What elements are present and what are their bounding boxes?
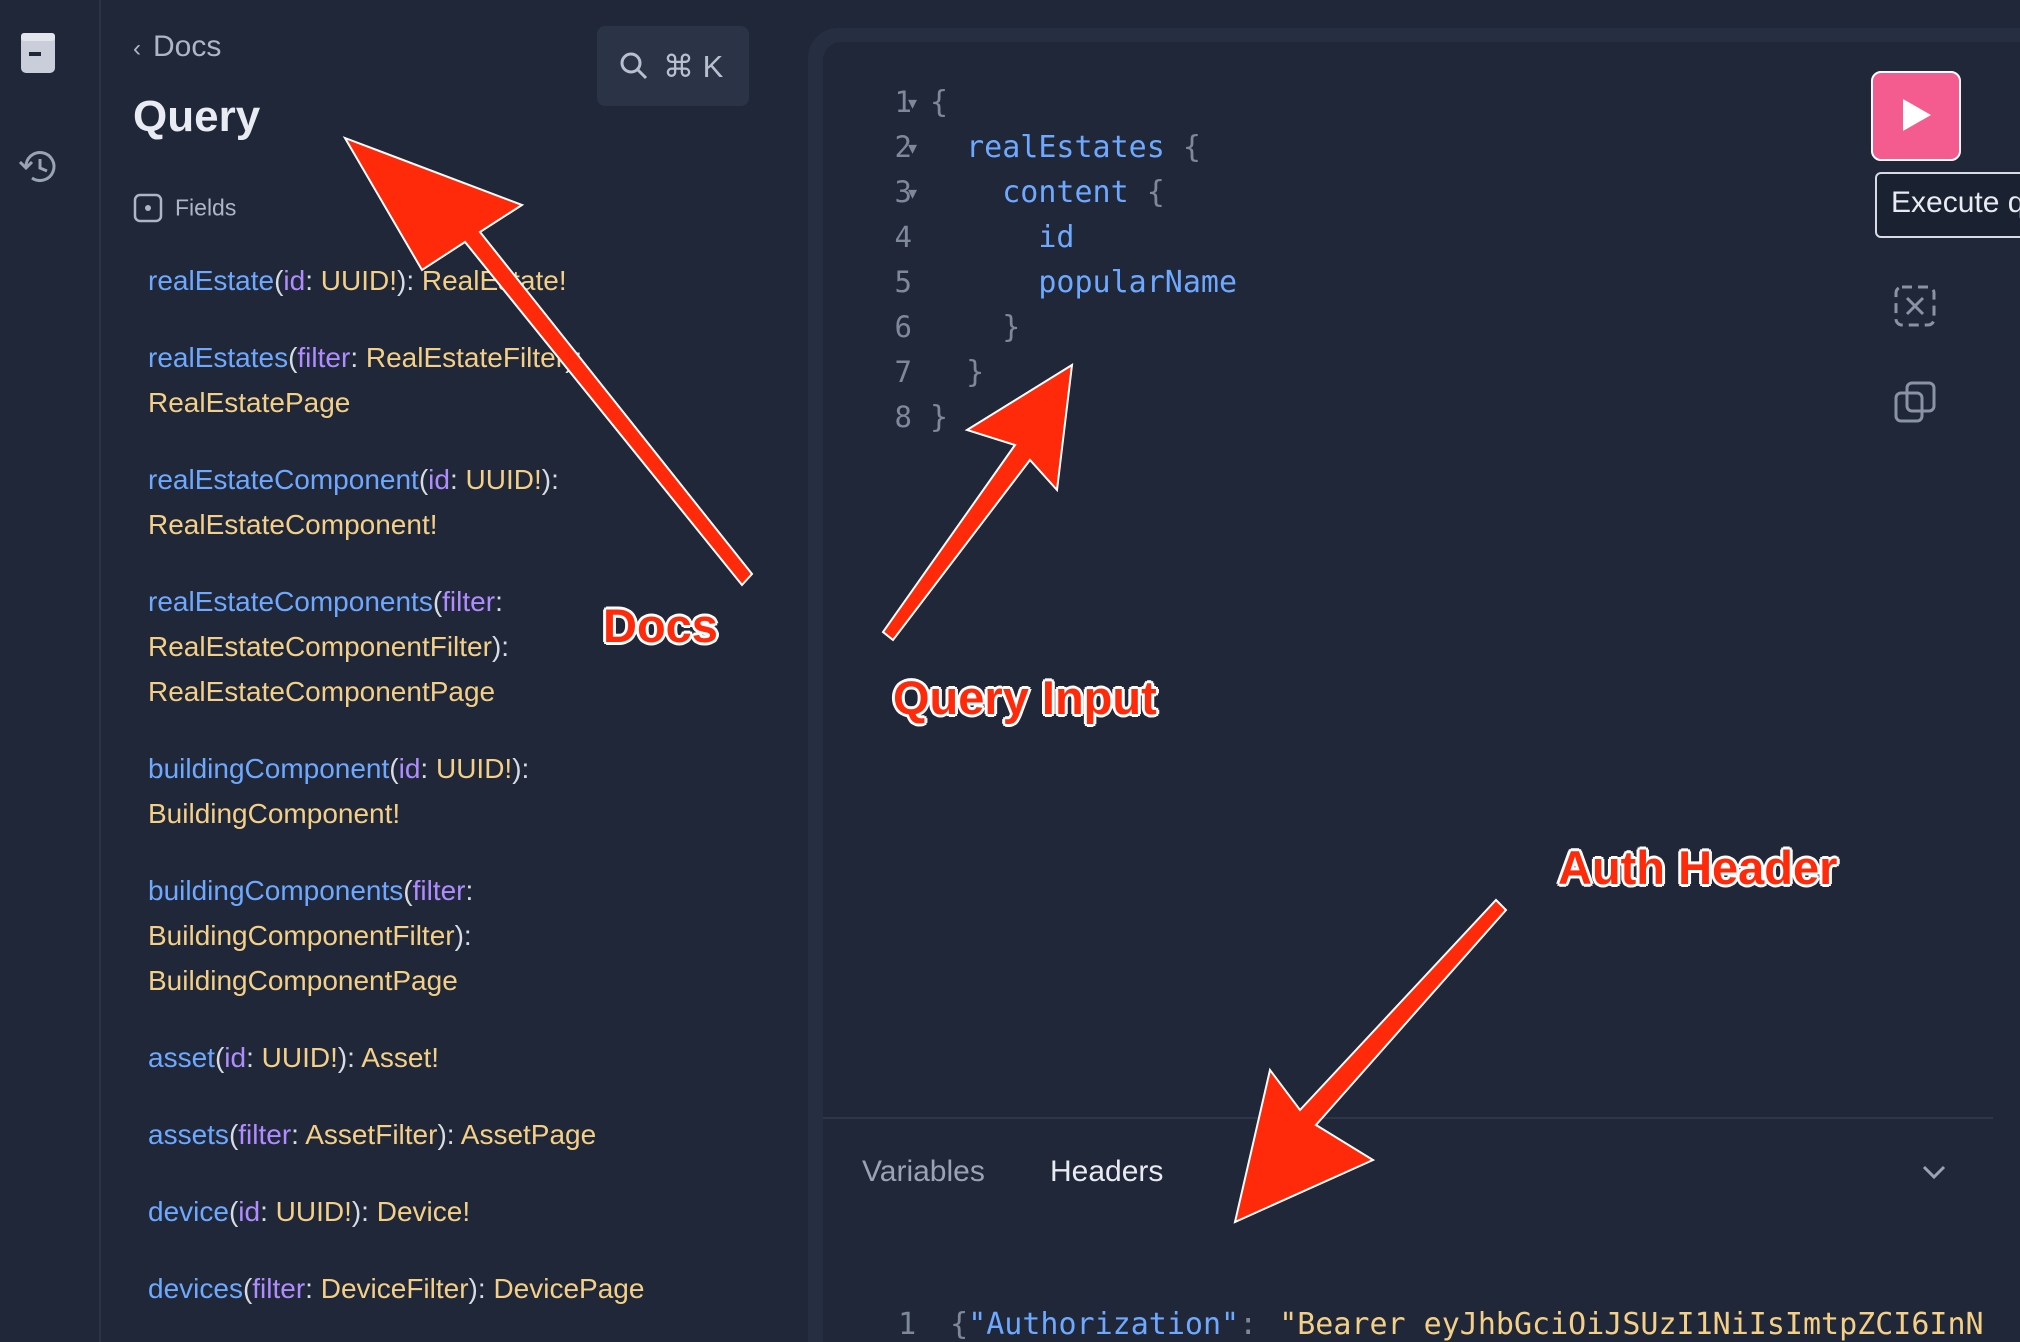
annotation-query-input: Query Input (893, 671, 1157, 724)
docs-arrow (342, 136, 754, 587)
auth-header-arrow (1233, 898, 1508, 1224)
annotation-docs: Docs (603, 599, 718, 652)
annotation-auth-header: Auth Header (1558, 841, 1838, 894)
query-input-arrow (881, 363, 1074, 642)
